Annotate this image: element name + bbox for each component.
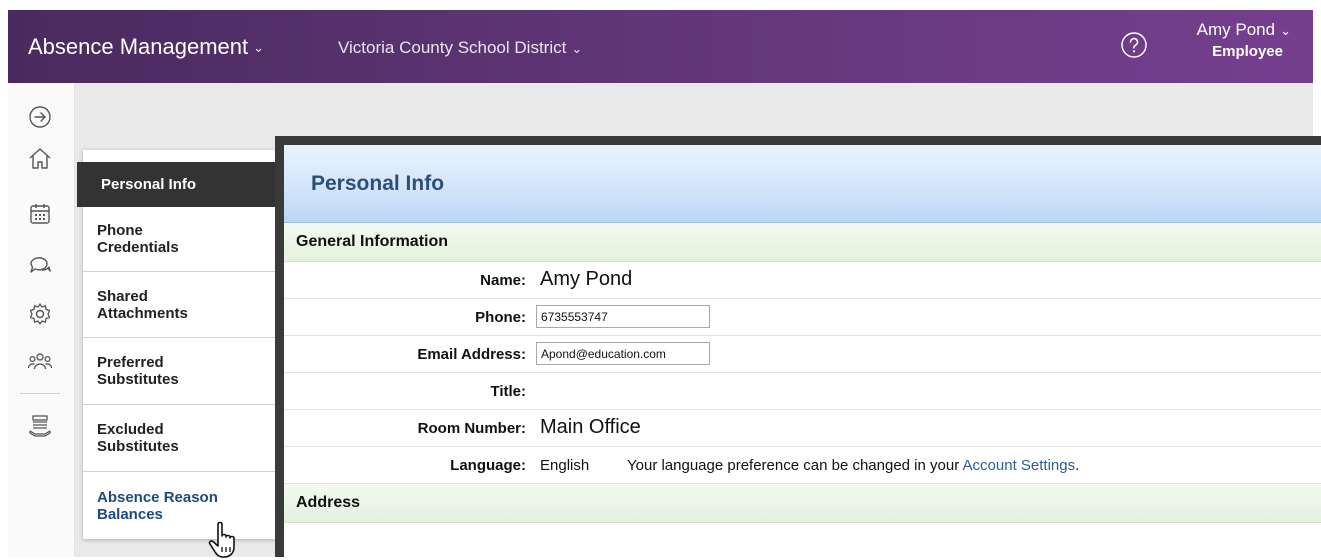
email-input[interactable] [536, 342, 710, 365]
people-icon[interactable] [27, 349, 53, 375]
tab-label: Substitutes [97, 438, 179, 455]
row-language: Language: English Your language preferen… [284, 447, 1321, 484]
title-label: Title: [490, 383, 526, 400]
tab-preferred-substitutes[interactable]: Preferred Substitutes [83, 338, 277, 405]
row-phone: Phone: [284, 299, 1321, 336]
arrow-right-circle-icon[interactable] [27, 104, 53, 130]
room-value: Main Office [540, 416, 641, 438]
tab-label: Attachments [97, 304, 188, 322]
user-name: Amy Pond [1196, 20, 1276, 39]
tab-label: Substitutes [97, 371, 179, 388]
top-bar: Absence Management ⌄ Victoria County Scho… [8, 10, 1313, 83]
tab-label: Credentials [97, 239, 179, 256]
tab-label: Personal Info [101, 176, 197, 193]
tab-personal-info[interactable]: Personal Info [77, 162, 277, 207]
district-name: Victoria County School District [338, 38, 567, 57]
language-note-period: . [1075, 457, 1080, 474]
icon-rail [8, 83, 75, 557]
tab-label: Excluded [97, 421, 164, 438]
language-value: English [540, 457, 590, 474]
user-role: Employee [1212, 43, 1283, 60]
tab-shared-attachments[interactable]: Shared Attachments [83, 272, 277, 338]
calendar-icon[interactable] [27, 201, 53, 227]
district-menu[interactable]: Victoria County School District ⌄ [338, 38, 582, 58]
email-label: Email Address: [417, 346, 526, 363]
name-label: Name: [480, 272, 526, 289]
phone-input[interactable] [536, 305, 710, 328]
section-general-information: General Information [284, 223, 1321, 262]
account-settings-link[interactable]: Account Settings [963, 457, 1076, 474]
user-menu[interactable]: Amy Pond ⌄ Employee [1197, 20, 1291, 60]
language-label: Language: [450, 457, 526, 474]
chevron-down-icon: ⌄ [571, 40, 583, 56]
row-email: Email Address: [284, 336, 1321, 373]
chevron-down-icon: ⌄ [253, 40, 265, 56]
rail-divider [20, 393, 60, 394]
personal-info-panel: Personal Info General Information Name: … [275, 136, 1321, 557]
row-room-number: Room Number: Main Office [284, 410, 1321, 447]
app-title: Absence Management [28, 34, 249, 59]
home-icon[interactable] [27, 146, 53, 172]
row-title: Title: [284, 373, 1321, 410]
section-title: Address [296, 494, 361, 511]
row-name: Name: Amy Pond [284, 262, 1321, 299]
gear-icon[interactable] [27, 301, 53, 327]
app-title-menu[interactable]: Absence Management ⌄ [28, 34, 264, 60]
chevron-down-icon: ⌄ [1280, 22, 1291, 38]
phone-label: Phone: [475, 309, 526, 326]
tab-absence-reason-balances[interactable]: Absence Reason Balances [83, 472, 277, 539]
tab-label: Preferred [97, 354, 164, 371]
tab-label: Phone [97, 222, 143, 239]
help-icon[interactable] [1119, 30, 1149, 60]
chat-icon[interactable] [27, 251, 53, 277]
room-label: Room Number: [417, 420, 526, 437]
tab-menu: Personal Info Phone Credentials Shared A… [77, 150, 277, 558]
panel-header: Personal Info [284, 145, 1321, 223]
tab-label: Balances [97, 505, 163, 523]
tab-label: Shared [97, 287, 148, 305]
tab-excluded-substitutes[interactable]: Excluded Substitutes [83, 405, 277, 472]
language-note-text: Your language preference can be changed … [627, 457, 960, 474]
section-title: General Information [296, 233, 449, 250]
panel-title: Personal Info [311, 172, 445, 195]
section-address: Address [284, 484, 1321, 523]
language-note: Your language preference can be changed … [627, 457, 1079, 474]
tab-label: Absence Reason [97, 488, 218, 506]
tab-phone-credentials[interactable]: Phone Credentials [83, 207, 277, 272]
hand-pointer-icon [208, 521, 235, 558]
name-value: Amy Pond [540, 268, 633, 290]
stack-icon[interactable] [27, 413, 53, 439]
